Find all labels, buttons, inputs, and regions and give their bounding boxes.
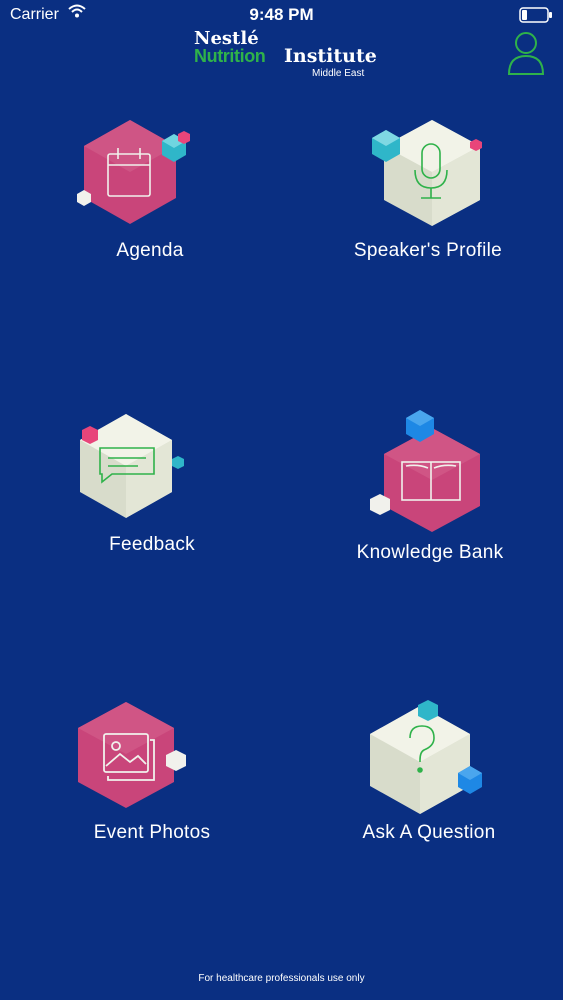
logo-institute: Institute bbox=[284, 45, 377, 67]
speakers-hex-graphic bbox=[372, 120, 482, 226]
question-hex-graphic bbox=[370, 700, 482, 814]
battery-icon bbox=[519, 7, 552, 23]
feedback-label: Feedback bbox=[109, 534, 195, 555]
agenda-label: Agenda bbox=[116, 240, 184, 261]
speakers-profile-tile[interactable]: Speaker's Profile bbox=[330, 112, 530, 272]
ask-a-question-label: Ask A Question bbox=[362, 822, 496, 843]
profile-button[interactable] bbox=[506, 30, 546, 76]
status-time: 9:48 PM bbox=[249, 5, 314, 24]
knowledge-bank-label: Knowledge Bank bbox=[356, 542, 504, 563]
event-photos-tile[interactable]: Event Photos bbox=[56, 696, 256, 856]
photos-hex-graphic bbox=[78, 702, 186, 808]
knowledge-bank-tile[interactable]: Knowledge Bank bbox=[330, 408, 530, 568]
status-bar: Carrier 9:48 PM bbox=[0, 0, 563, 30]
nestle-logo: Nestlé Nutrition Institute Middle East bbox=[194, 28, 377, 80]
footer-disclaimer: For healthcare professionals use only bbox=[198, 973, 365, 984]
agenda-hex-graphic bbox=[77, 120, 190, 224]
ask-a-question-tile[interactable]: Ask A Question bbox=[330, 696, 530, 856]
knowledge-hex-graphic bbox=[370, 410, 480, 532]
speakers-profile-label: Speaker's Profile bbox=[353, 240, 503, 261]
user-icon bbox=[507, 32, 545, 75]
event-photos-label: Event Photos bbox=[93, 822, 211, 843]
feedback-tile[interactable]: Feedback bbox=[56, 408, 256, 568]
agenda-tile[interactable]: Agenda bbox=[56, 112, 256, 272]
logo-region: Middle East bbox=[312, 68, 365, 79]
logo-nutrition: Nutrition bbox=[194, 46, 266, 66]
feedback-hex-graphic bbox=[80, 414, 184, 518]
